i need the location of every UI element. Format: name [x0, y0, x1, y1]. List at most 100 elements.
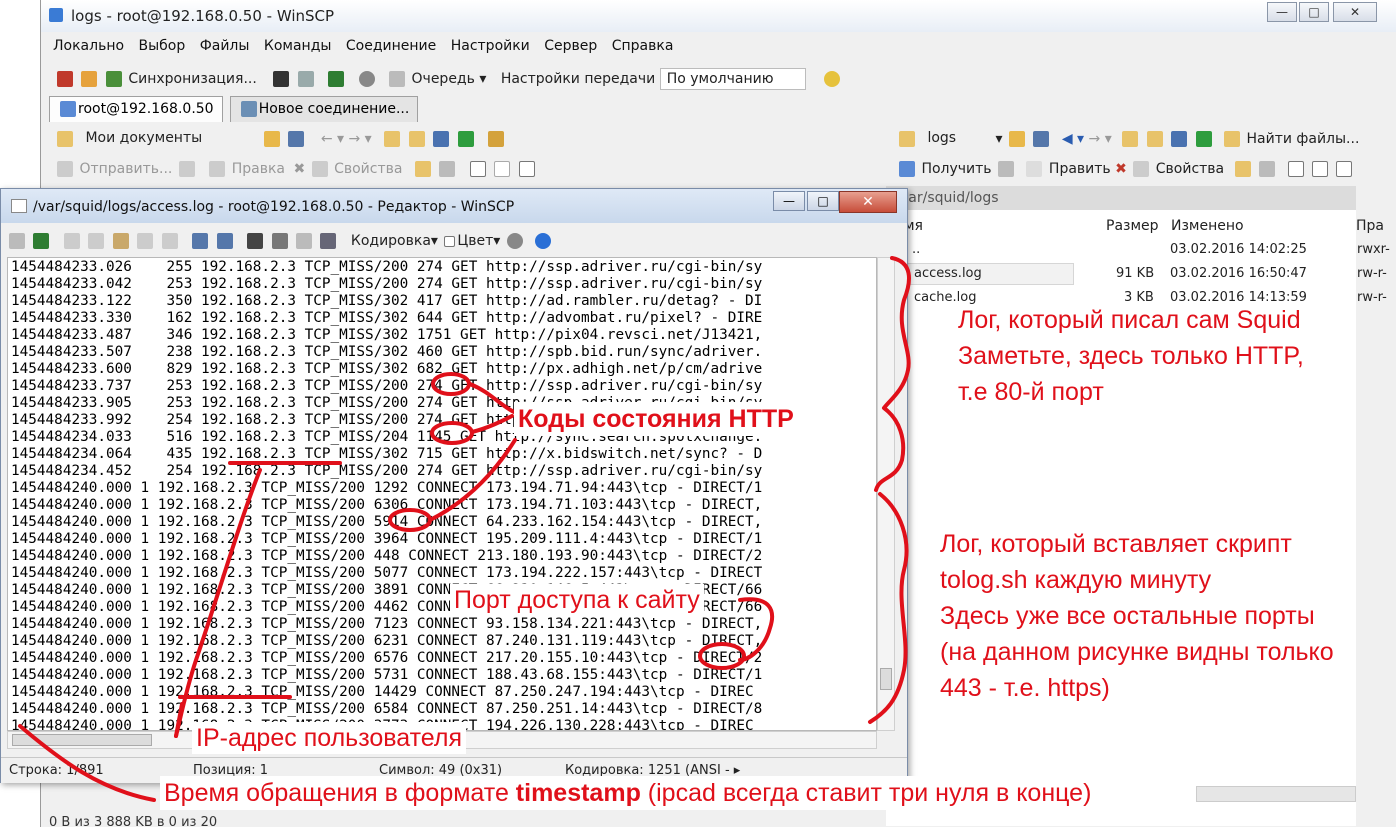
transfer-preset-select[interactable]: По умолчанию — [659, 68, 806, 90]
cut-icon[interactable] — [88, 233, 105, 249]
get-button[interactable]: Получить — [921, 161, 991, 177]
forward-button[interactable]: → ▾ — [1089, 131, 1112, 147]
gear-icon[interactable] — [506, 233, 523, 249]
find-next-icon[interactable] — [295, 233, 312, 249]
tab-new-connection[interactable]: Новое соединение... — [229, 96, 419, 122]
menu-server[interactable]: Сервер — [544, 38, 597, 54]
help-icon[interactable] — [535, 233, 552, 249]
back-button[interactable]: ◀ ▾ — [1062, 131, 1084, 147]
table-row[interactable]: access.log 91 KB 03.02.2016 16:50:47 rw-… — [886, 264, 1387, 286]
reload-icon[interactable] — [457, 131, 474, 147]
menu-help[interactable]: Справка — [612, 38, 674, 54]
tab-session[interactable]: root@192.168.0.50 — [49, 96, 223, 122]
open-folder-icon[interactable] — [1008, 131, 1025, 147]
filter-icon[interactable] — [1033, 131, 1050, 147]
color-checkbox[interactable] — [444, 235, 456, 247]
right-properties-button[interactable]: Свойства — [1156, 161, 1224, 177]
home-icon[interactable] — [433, 131, 450, 147]
close-button[interactable]: ✕ — [1333, 2, 1377, 22]
color-menu[interactable]: Цвет — [457, 233, 493, 249]
maximize-button[interactable]: □ — [1299, 2, 1329, 22]
vscroll-thumb[interactable] — [880, 668, 892, 690]
minus-icon[interactable] — [1311, 161, 1328, 177]
goto-line-icon[interactable] — [320, 233, 337, 249]
plus-icon[interactable] — [469, 161, 486, 177]
delete-icon[interactable]: ✖ — [1115, 161, 1127, 177]
editor-vscroll[interactable] — [877, 257, 895, 731]
rename-icon[interactable] — [1133, 161, 1150, 177]
editor-text-area[interactable]: 1454484233.026 255 192.168.2.3 TCP_MISS/… — [7, 257, 877, 731]
reload-icon[interactable] — [33, 233, 50, 249]
log-line: 1454484240.000 1 192.168.2.3 TCP_MISS/20… — [11, 514, 763, 530]
editor-minimize-button[interactable]: — — [773, 191, 805, 211]
menu-local[interactable]: Локально — [53, 38, 124, 54]
column-rights[interactable]: Пра — [1356, 218, 1384, 234]
select-all-icon[interactable] — [161, 233, 178, 249]
get-options-icon[interactable] — [998, 161, 1015, 177]
queue-button[interactable]: Очередь — [412, 71, 475, 87]
right-path-select[interactable]: logs — [921, 128, 995, 150]
filter-select-icon[interactable] — [1336, 161, 1353, 177]
copy-icon[interactable] — [63, 233, 80, 249]
globe-icon[interactable] — [824, 71, 841, 87]
copy-icon[interactable] — [297, 71, 314, 87]
replace-icon[interactable] — [271, 233, 288, 249]
menu-settings[interactable]: Настройки — [451, 38, 530, 54]
edit-icon — [209, 161, 226, 177]
new-file-icon[interactable] — [439, 161, 456, 177]
tree-icon[interactable] — [487, 131, 504, 147]
properties-button[interactable]: Свойства — [334, 161, 402, 177]
redo-icon[interactable] — [216, 233, 233, 249]
compare-icon[interactable] — [81, 71, 98, 87]
column-size[interactable]: Размер — [1106, 218, 1159, 234]
rename-icon[interactable] — [311, 161, 328, 177]
reload-icon[interactable] — [1195, 131, 1212, 147]
edit-button[interactable]: Правка — [232, 161, 285, 177]
send-options-icon[interactable] — [178, 161, 195, 177]
new-file-icon[interactable] — [1259, 161, 1276, 177]
right-hscroll[interactable] — [1196, 786, 1356, 802]
terminal-icon[interactable] — [273, 71, 290, 87]
grid-icon[interactable] — [57, 71, 73, 87]
new-folder-icon[interactable] — [414, 161, 431, 177]
find-files-button[interactable]: Найти файлы... — [1246, 131, 1359, 147]
left-path-select[interactable]: Мои документы — [79, 128, 257, 150]
parent-folder-icon[interactable] — [1122, 131, 1139, 147]
right-edit-button[interactable]: Править — [1049, 161, 1111, 177]
home-icon[interactable] — [1171, 131, 1188, 147]
delete-icon[interactable]: ✖ — [293, 161, 305, 177]
filter-icon[interactable] — [288, 131, 305, 147]
root-folder-icon[interactable] — [1146, 131, 1163, 147]
save-icon[interactable] — [9, 233, 25, 249]
editor-close-button[interactable]: ✕ — [839, 191, 897, 213]
minimize-button[interactable]: — — [1267, 2, 1297, 22]
root-folder-icon[interactable] — [408, 131, 425, 147]
hscroll-thumb[interactable] — [12, 734, 152, 746]
status-line: Строка: 1/891 — [9, 763, 104, 778]
minus-icon[interactable] — [494, 161, 511, 177]
send-button[interactable]: Отправить... — [79, 161, 172, 177]
open-folder-icon[interactable] — [263, 131, 280, 147]
delete-icon[interactable] — [137, 233, 154, 249]
filter-select-icon[interactable] — [518, 161, 535, 177]
editor-titlebar: /var/squid/logs/access.log - root@192.16… — [1, 189, 907, 223]
table-row[interactable]: .. 03.02.2016 14:02:25 rwxr- — [886, 240, 1390, 262]
editor-toolbar: Кодировка▾ Цвет▾ — [7, 229, 553, 253]
menu-select[interactable]: Выбор — [139, 38, 186, 54]
refresh-icon[interactable] — [328, 71, 345, 87]
editor-maximize-button[interactable]: □ — [807, 191, 839, 211]
column-modified[interactable]: Изменено — [1171, 218, 1244, 234]
sync-button[interactable]: Синхронизация... — [128, 71, 256, 87]
find-icon[interactable] — [247, 233, 264, 249]
back-icon[interactable]: ← ▾ → ▾ — [321, 131, 372, 147]
plus-icon[interactable] — [1287, 161, 1304, 177]
menu-connection[interactable]: Соединение — [346, 38, 436, 54]
paste-icon[interactable] — [112, 233, 129, 249]
encoding-menu[interactable]: Кодировка — [351, 233, 431, 249]
undo-icon[interactable] — [192, 233, 209, 249]
menu-commands[interactable]: Команды — [264, 38, 332, 54]
new-folder-icon[interactable] — [1234, 161, 1251, 177]
gear-icon[interactable] — [358, 71, 375, 87]
parent-folder-icon[interactable] — [384, 131, 401, 147]
menu-files[interactable]: Файлы — [200, 38, 250, 54]
